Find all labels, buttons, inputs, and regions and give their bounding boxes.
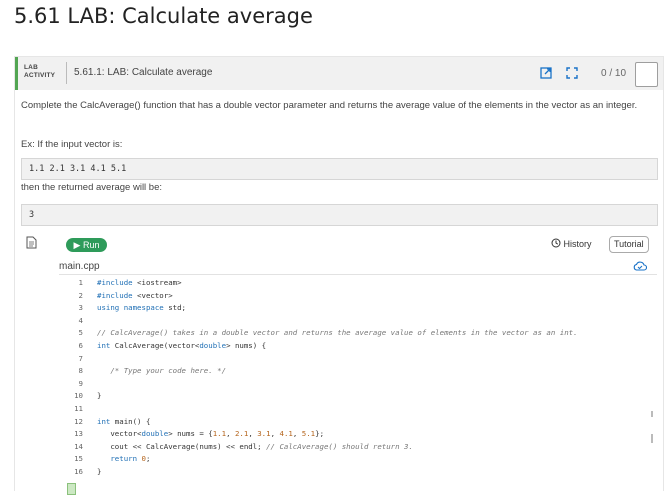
code-line[interactable]: 3 using namespace std; [59,302,186,315]
line-number: 1 [78,278,83,287]
line-number: 12 [74,416,83,426]
code-line[interactable]: 10} [59,390,101,403]
code-line[interactable]: 14 cout << CalcAverage(nums) << endl; //… [59,441,413,454]
code-line[interactable]: 1 #include <iostream> [59,277,182,290]
example-output-box: 3 [21,204,658,226]
line-number: 9 [78,378,83,388]
run-button[interactable]: ▶ Run [66,238,107,252]
code-line[interactable]: 2 #include <vector> [59,290,173,303]
cloud-saved-icon [633,261,647,271]
code-line[interactable]: 4 [59,315,83,328]
score-text: 0 / 10 [601,68,627,79]
line-number: 4 [78,315,83,325]
scroll-marker [651,434,653,443]
code-editor-panel: ▶ Run History Tutorial main.cpp 1 #includ… [21,232,657,495]
line-number: 5 [78,328,83,338]
code-text: vector<double> nums = {1.1, 2.1, 3.1, 4.… [97,429,325,439]
lab-description: Complete the CalcAverage() function that… [21,100,638,111]
code-line[interactable]: 11 [59,403,83,416]
line-number: 15 [74,454,83,464]
open-in-new-icon[interactable] [540,67,552,79]
score-indicator [635,62,658,87]
code-text: cout << CalcAverage(nums) << endl; // Ca… [97,441,413,451]
line-number: 7 [78,353,83,363]
code-text: using namespace std; [97,303,186,313]
lab-activity-card: LAB ACTIVITY 5.61.1: LAB: Calculate aver… [14,56,664,495]
code-line[interactable]: 6 int CalcAverage(vector<double> nums) { [59,340,267,353]
code-line[interactable]: 5 // CalcAverage() takes in a double vect… [59,327,578,340]
code-area[interactable]: 1 #include <iostream> 2 #include <vector> 3 u… [59,274,657,495]
lab-activity-badge: LAB ACTIVITY [24,64,55,80]
run-label: Run [82,240,100,250]
history-button[interactable]: History [551,237,592,252]
line-number: 2 [78,290,83,300]
play-icon: ▶ [73,240,81,250]
code-text: int main() { [97,416,151,426]
line-number: 11 [74,404,83,413]
code-line[interactable]: 9 [59,378,83,391]
code-text: } [97,391,102,401]
lab-subtitle: 5.61.1: LAB: Calculate average [74,67,213,78]
history-icon [551,238,561,248]
code-line[interactable]: 13 vector<double> nums = {1.1, 2.1, 3.1,… [59,428,324,441]
tutorial-button[interactable]: Tutorial [609,236,649,253]
example-intro: Ex: If the input vector is: [21,139,123,150]
example-then-text: then the returned average will be: [21,182,163,193]
line-number: 8 [78,366,83,376]
file-icon[interactable] [26,236,37,249]
code-text: #include <vector> [97,290,173,300]
line-number: 16 [74,467,83,476]
lab-header: LAB ACTIVITY 5.61.1: LAB: Calculate aver… [15,57,663,90]
code-text: #include <iostream> [97,278,182,287]
line-number: 13 [74,429,83,439]
scroll-marker [651,411,653,417]
page-title: 5.61 LAB: Calculate average [14,4,313,28]
code-line[interactable]: 7 [59,353,83,366]
badge-line-activity: ACTIVITY [24,72,56,79]
fullscreen-icon[interactable] [566,67,578,79]
code-text: /* Type your code here. */ [97,366,227,376]
code-text: // CalcAverage() takes in a double vecto… [97,328,578,338]
line-number: 3 [78,303,83,313]
header-divider [66,62,67,84]
code-text: } [97,467,102,476]
filename-tab[interactable]: main.cpp [59,261,100,272]
matching-brace-marker [67,483,76,495]
code-line[interactable]: 16} [59,466,101,479]
line-number: 6 [78,341,83,350]
history-label: History [563,239,592,249]
code-line[interactable]: 12 int main() { [59,416,150,429]
code-line[interactable]: 15 return 0; [59,453,150,466]
line-number: 14 [74,441,83,451]
line-number: 10 [74,391,83,401]
code-text: int CalcAverage(vector<double> nums) { [97,341,267,350]
code-text: return 0; [110,454,151,464]
code-line[interactable]: 8 /* Type your code here. */ [59,365,227,378]
example-input-box: 1.1 2.1 3.1 4.1 5.1 [21,158,658,180]
badge-line-lab: LAB [24,64,38,71]
